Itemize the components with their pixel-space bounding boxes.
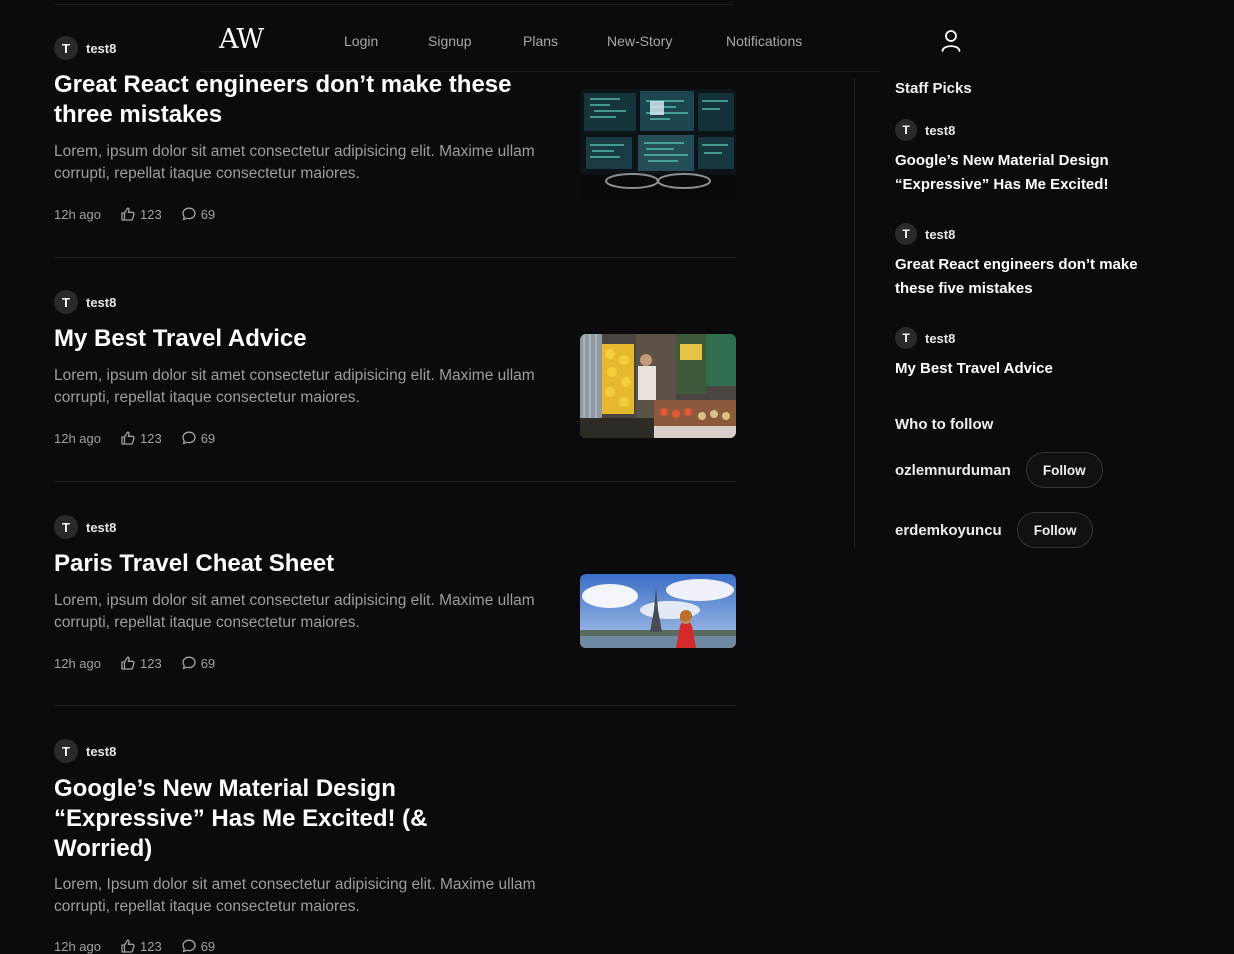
article-title[interactable]: Great React engineers don’t make these t…	[54, 70, 554, 130]
article-excerpt: Lorem, ipsum dolor sit amet consectetur …	[54, 367, 535, 406]
article-author[interactable]: T test8	[54, 290, 116, 314]
staff-pick-title[interactable]: Google’s New Material Design “Expressive…	[895, 149, 1175, 197]
top-divider	[54, 4, 734, 5]
comment-count: 69	[200, 206, 216, 222]
staff-picks-heading: Staff Picks	[895, 80, 972, 97]
article-card[interactable]: Google’s New Material Design “Expressive…	[54, 774, 736, 954]
article-meta: 12h ago 123 69	[54, 655, 215, 671]
avatar[interactable]: T	[895, 119, 917, 141]
follow-user-name[interactable]: erdemkoyuncu	[895, 522, 1002, 539]
article-time: 12h ago	[54, 430, 101, 446]
like-stat[interactable]: 123	[120, 430, 162, 446]
nav-signup-link[interactable]: Signup	[428, 33, 472, 49]
article-author[interactable]: T test8	[54, 36, 116, 60]
comment-stat[interactable]: 69	[181, 655, 215, 671]
article-meta: 12h ago 123 69	[54, 938, 215, 954]
comment-icon	[181, 430, 197, 446]
article-meta: 12h ago 123 69	[54, 206, 215, 222]
article-author[interactable]: T test8	[54, 739, 116, 763]
article-divider	[54, 481, 736, 482]
thumbs-up-icon	[120, 938, 136, 954]
article-author[interactable]: T test8	[54, 515, 116, 539]
user-icon[interactable]	[940, 29, 962, 53]
author-name[interactable]: test8	[925, 331, 955, 346]
follow-suggestion: erdemkoyuncu Follow	[895, 512, 1094, 548]
like-stat[interactable]: 123	[120, 206, 162, 222]
like-count: 123	[140, 430, 162, 446]
comment-stat[interactable]: 69	[181, 206, 215, 222]
nav-new-story-link[interactable]: New-Story	[607, 33, 672, 49]
comment-icon	[181, 655, 197, 671]
avatar[interactable]: T	[54, 515, 78, 539]
eiffel-tower-image[interactable]	[580, 574, 736, 648]
author-name[interactable]: test8	[86, 41, 116, 56]
article-excerpt: Lorem, Ipsum dolor sit amet consectetur …	[54, 876, 536, 915]
like-stat[interactable]: 123	[120, 938, 162, 954]
staff-pick-title[interactable]: My Best Travel Advice	[895, 357, 1175, 381]
like-count: 123	[140, 655, 162, 671]
avatar[interactable]: T	[895, 327, 917, 349]
staff-pick-title[interactable]: Great React engineers don’t make these f…	[895, 253, 1175, 301]
avatar[interactable]: T	[54, 739, 78, 763]
brand-logo[interactable]: AW	[219, 24, 264, 55]
comment-stat[interactable]: 69	[181, 938, 215, 954]
author-name[interactable]: test8	[86, 520, 116, 535]
article-time: 12h ago	[54, 938, 101, 954]
article-card[interactable]: Great React engineers don’t make these t…	[54, 70, 736, 222]
staff-pick-author[interactable]: T test8	[895, 119, 955, 141]
market-stall-image[interactable]	[580, 334, 736, 438]
article-title[interactable]: Paris Travel Cheat Sheet	[54, 549, 554, 579]
comment-stat[interactable]: 69	[181, 430, 215, 446]
author-name[interactable]: test8	[925, 227, 955, 242]
article-title[interactable]: My Best Travel Advice	[54, 324, 554, 354]
staff-pick-author[interactable]: T test8	[895, 327, 955, 349]
author-name[interactable]: test8	[925, 123, 955, 138]
author-name[interactable]: test8	[86, 295, 116, 310]
article-card[interactable]: Paris Travel Cheat Sheet Lorem, ipsum do…	[54, 549, 736, 679]
follow-suggestion: ozlemnurduman Follow	[895, 452, 1103, 488]
article-divider	[54, 257, 736, 258]
thumbs-up-icon	[120, 655, 136, 671]
follow-button[interactable]: Follow	[1025, 452, 1103, 488]
like-stat[interactable]: 123	[120, 655, 162, 671]
comment-count: 69	[200, 938, 216, 954]
follow-user-name[interactable]: ozlemnurduman	[895, 462, 1011, 479]
article-card[interactable]: My Best Travel Advice Lorem, ipsum dolor…	[54, 324, 736, 454]
avatar[interactable]: T	[54, 290, 78, 314]
comment-icon	[181, 206, 197, 222]
like-count: 123	[140, 206, 162, 222]
nav-notifications-link[interactable]: Notifications	[726, 33, 802, 49]
article-divider	[54, 705, 736, 706]
code-screens-image[interactable]	[580, 89, 736, 201]
follow-button[interactable]: Follow	[1016, 512, 1094, 548]
comment-icon	[181, 938, 197, 954]
comment-count: 69	[200, 655, 216, 671]
article-excerpt: Lorem, ipsum dolor sit amet consectetur …	[54, 143, 535, 182]
nav-login-link[interactable]: Login	[344, 33, 378, 49]
like-count: 123	[140, 938, 162, 954]
article-meta: 12h ago 123 69	[54, 430, 215, 446]
thumbs-up-icon	[120, 206, 136, 222]
avatar[interactable]: T	[895, 223, 917, 245]
top-navbar: AW Login Signup Plans New-Story Notifica…	[0, 0, 1234, 72]
sidebar-divider	[854, 78, 855, 548]
comment-count: 69	[200, 430, 216, 446]
article-excerpt: Lorem, ipsum dolor sit amet consectetur …	[54, 592, 535, 631]
article-time: 12h ago	[54, 206, 101, 222]
who-to-follow-heading: Who to follow	[895, 416, 994, 433]
article-time: 12h ago	[54, 655, 101, 671]
thumbs-up-icon	[120, 430, 136, 446]
article-title[interactable]: Google’s New Material Design “Expressive…	[54, 774, 474, 864]
navbar-divider	[200, 71, 880, 72]
staff-pick-author[interactable]: T test8	[895, 223, 955, 245]
nav-plans-link[interactable]: Plans	[523, 33, 558, 49]
author-name[interactable]: test8	[86, 744, 116, 759]
avatar[interactable]: T	[54, 36, 78, 60]
